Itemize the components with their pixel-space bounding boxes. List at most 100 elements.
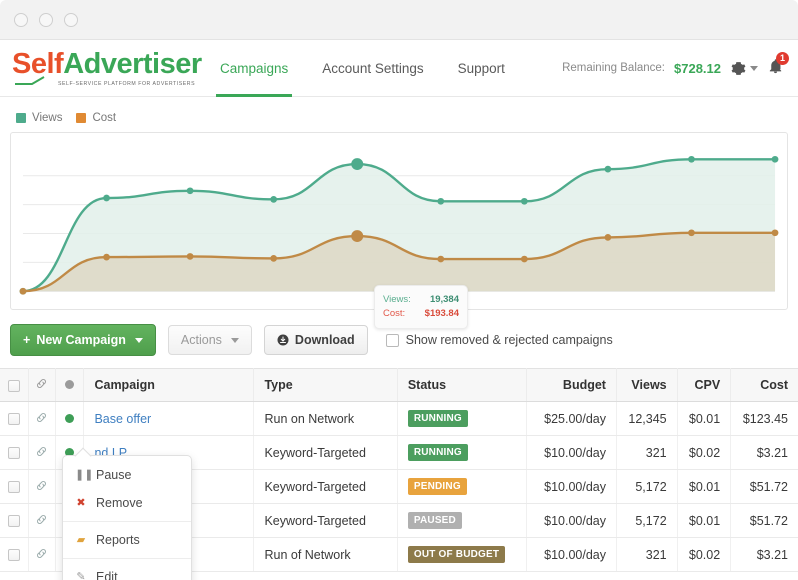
link-icon[interactable]	[35, 547, 48, 560]
remaining-balance-value: $728.12	[674, 60, 721, 76]
brand-logo-text: SelfAdvertiser	[12, 49, 202, 79]
ctx-item-edit[interactable]: ✎ Edit	[63, 563, 191, 580]
row-type-cell: Keyword-Targeted	[253, 469, 398, 504]
chevron-down-icon	[134, 337, 143, 343]
menu-divider	[63, 521, 191, 522]
chart-svg	[19, 155, 779, 295]
campaign-link[interactable]: Base offer	[94, 412, 151, 426]
checkbox-icon[interactable]	[8, 481, 21, 494]
checkbox-icon[interactable]	[8, 515, 21, 528]
legend-swatch-views	[16, 113, 26, 123]
row-campaign-cell[interactable]: Base offer	[83, 401, 255, 436]
th-status[interactable]: Status	[397, 368, 527, 402]
row-status-cell: RUNNING	[397, 401, 527, 436]
table-header-row: Campaign Type Status Budget Views CPV Co…	[0, 368, 798, 402]
nav-item-account-settings[interactable]: Account Settings	[318, 40, 427, 97]
link-icon[interactable]	[35, 513, 48, 526]
th-campaign[interactable]: Campaign	[83, 368, 255, 402]
row-checkbox-cell[interactable]	[0, 537, 30, 572]
tooltip-cost-label: Cost:	[383, 308, 406, 319]
download-icon	[277, 334, 289, 346]
row-cpv-cell: $0.01	[677, 503, 732, 538]
window-minimize-button[interactable]	[39, 12, 53, 27]
ctx-item-pause[interactable]: ❚❚ Pause	[63, 461, 191, 489]
window-zoom-button[interactable]	[64, 12, 78, 27]
row-cpv-cell: $0.02	[677, 435, 732, 470]
tooltip-cost-value: $193.84	[424, 308, 459, 319]
row-budget-cell: $10.00/day	[526, 537, 617, 572]
checkbox-icon[interactable]	[8, 379, 21, 392]
settings-menu-button[interactable]	[730, 60, 758, 77]
legend-item-cost[interactable]: Cost	[76, 112, 116, 124]
app-window: SelfAdvertiser SELF-SERVICE PLATFORM FOR…	[0, 0, 798, 580]
row-views-cell: 12,345	[616, 401, 678, 436]
legend-item-views[interactable]: Views	[16, 112, 62, 124]
row-checkbox-cell[interactable]	[0, 435, 30, 470]
link-icon[interactable]	[35, 479, 48, 492]
row-cpv-cell: $0.01	[677, 469, 732, 504]
row-link-cell[interactable]	[28, 503, 56, 538]
brand-swoosh-icon	[15, 75, 45, 85]
row-context-menu[interactable]: ❚❚Pause✖Remove▰Reports✎Edit❐Clone	[62, 455, 192, 580]
gear-icon	[731, 61, 746, 75]
tooltip-row-views: Views: 19,384	[383, 293, 459, 307]
new-campaign-label: New Campaign	[36, 333, 126, 347]
row-cost-cell: $123.45	[730, 401, 798, 436]
download-button[interactable]: Download	[263, 325, 368, 355]
ctx-item-reports[interactable]: ▰ Reports	[63, 526, 191, 554]
row-checkbox-cell[interactable]	[0, 469, 30, 504]
row-checkbox-cell[interactable]	[0, 503, 30, 538]
chevron-down-icon	[750, 65, 758, 71]
actions-button[interactable]: Actions	[167, 325, 252, 355]
row-budget-cell: $10.00/day	[526, 503, 617, 538]
checkbox-icon[interactable]	[8, 447, 21, 460]
row-checkbox-cell[interactable]	[0, 401, 30, 436]
nav-item-campaigns[interactable]: Campaigns	[216, 40, 293, 97]
reports-icon: ▰	[76, 533, 86, 546]
status-badge: PAUSED	[407, 512, 462, 529]
status-dot-icon	[65, 380, 75, 389]
th-views[interactable]: Views	[616, 368, 678, 402]
show-removed-checkbox[interactable]	[385, 333, 399, 347]
status-dot-icon	[65, 413, 75, 423]
row-link-cell[interactable]	[28, 469, 56, 504]
chart-panel: Views Cost Views: 19,384 Cost: $193.84	[10, 109, 788, 329]
ctx-item-remove[interactable]: ✖ Remove	[63, 489, 191, 517]
row-link-cell[interactable]	[28, 537, 56, 572]
window-close-button[interactable]	[14, 12, 28, 27]
row-cpv-cell: $0.01	[677, 401, 732, 436]
main-nav: Campaigns Account Settings Support	[216, 40, 509, 97]
row-cost-cell: $51.72	[730, 503, 798, 538]
new-campaign-button[interactable]: + New Campaign	[10, 324, 156, 356]
row-link-cell[interactable]	[28, 435, 56, 470]
th-cpv[interactable]: CPV	[677, 368, 732, 402]
legend-label-cost: Cost	[92, 112, 117, 124]
show-removed-label: Show removed & rejected campaigns	[405, 333, 613, 347]
row-status-dot-cell[interactable]	[55, 401, 85, 436]
new-campaign-plus-icon: +	[23, 333, 31, 347]
checkbox-icon[interactable]	[8, 413, 21, 426]
row-budget-cell: $25.00/day	[526, 401, 617, 436]
window-titlebar	[0, 0, 798, 40]
brand-logo[interactable]: SelfAdvertiser SELF-SERVICE PLATFORM FOR…	[12, 49, 202, 87]
download-label: Download	[294, 333, 355, 347]
th-select-all[interactable]	[0, 368, 30, 402]
link-icon[interactable]	[35, 411, 48, 424]
th-budget[interactable]: Budget	[526, 368, 617, 402]
status-badge: PENDING	[407, 478, 467, 495]
th-type[interactable]: Type	[253, 368, 398, 402]
show-removed-checkbox-wrap[interactable]: Show removed & rejected campaigns	[385, 333, 613, 347]
chart-tooltip: Views: 19,384 Cost: $193.84	[374, 285, 468, 329]
th-link	[28, 368, 56, 402]
row-link-cell[interactable]	[28, 401, 56, 436]
checkbox-icon[interactable]	[8, 549, 21, 562]
status-badge: RUNNING	[407, 444, 468, 461]
chevron-down-icon	[230, 337, 239, 343]
nav-item-support[interactable]: Support	[454, 40, 509, 97]
chart-canvas[interactable]	[10, 132, 788, 310]
table-row[interactable]: Base offer Run on Network RUNNING $25.00/da…	[0, 401, 798, 436]
link-icon[interactable]	[35, 445, 48, 458]
app-header: SelfAdvertiser SELF-SERVICE PLATFORM FOR…	[0, 40, 798, 97]
th-cost[interactable]: Cost	[730, 368, 798, 402]
notifications-button[interactable]: 1	[767, 51, 789, 80]
